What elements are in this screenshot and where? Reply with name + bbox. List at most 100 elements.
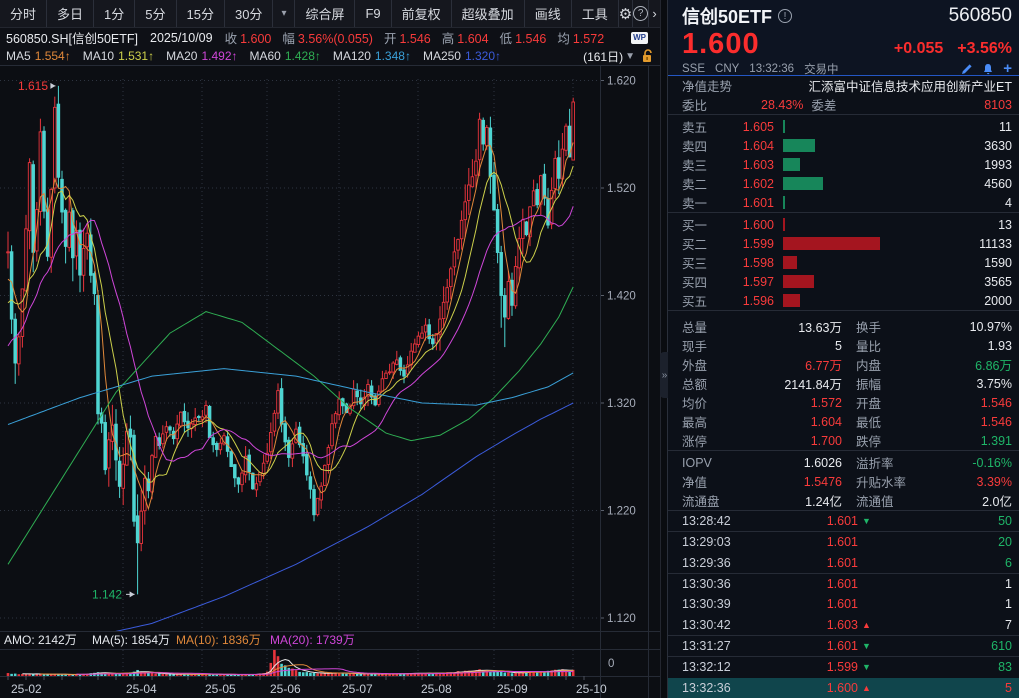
visible-range-label[interactable]: (161日) — [583, 48, 623, 65]
toolbar-menu-3[interactable]: 超级叠加 — [452, 0, 525, 27]
bid-row-3[interactable]: 买四1.5973565 — [668, 272, 1019, 291]
depth-bar-area — [783, 256, 1012, 269]
quote-field-value: 1.572 — [573, 32, 604, 46]
kline-svg[interactable]: 1.6201.5201.4201.3201.2201.1201.6151.142… — [0, 65, 660, 698]
svg-text:25-08: 25-08 — [421, 682, 452, 696]
ma-value: 1.492↑ — [201, 49, 237, 63]
tick-row-4[interactable]: 13:30:391.6011 — [668, 594, 1019, 614]
toolbar-tab-3[interactable]: 5分 — [135, 0, 176, 27]
ma-item-ma20[interactable]: MA201.492↑ — [166, 49, 237, 63]
wp-doc-icon[interactable]: WP — [631, 32, 648, 44]
depth-bar-area — [783, 196, 1012, 209]
tick-row-5[interactable]: 13:30:421.603▲7 — [668, 615, 1019, 636]
depth-bar-area — [783, 294, 1012, 307]
toolbar-menu-2[interactable]: 前复权 — [392, 0, 452, 27]
ma-item-ma250[interactable]: MA2501.320↑ — [423, 49, 501, 63]
weibi-label: 委比 — [682, 95, 707, 114]
tick-row-1[interactable]: 13:29:031.60120 — [668, 532, 1019, 552]
candlestick-chart[interactable]: 1.6201.5201.4201.3201.2201.1201.6151.142… — [0, 65, 660, 698]
stat-label: 升贴水率 — [856, 472, 930, 491]
ask-row-4[interactable]: 卖一1.6014 — [668, 193, 1019, 212]
bid-row-0[interactable]: 买一1.60013 — [668, 215, 1019, 234]
ma-value: 1.428↑ — [285, 49, 321, 63]
bid-row-2[interactable]: 买三1.5981590 — [668, 253, 1019, 272]
toolbar-menu-1[interactable]: F9 — [355, 0, 391, 27]
toolbar-menu-0[interactable]: 综合屏 — [295, 0, 355, 27]
tick-list[interactable]: 13:28:421.601▼5013:29:031.6012013:29:361… — [668, 511, 1019, 698]
quote-field-1: 幅3.56%(0.055) — [282, 28, 373, 47]
stat-label: 量比 — [856, 336, 930, 355]
toolbar-tab-4[interactable]: 15分 — [177, 0, 225, 27]
quote-field-value: 1.600 — [240, 32, 271, 46]
settings-gear-icon[interactable]: ⚙ — [619, 0, 633, 27]
stat-label: 溢折率 — [856, 453, 930, 472]
svg-text:25-07: 25-07 — [342, 682, 373, 696]
toolbar-menu-5[interactable]: 工具 — [572, 0, 619, 27]
svg-text:MA(10): 1836万: MA(10): 1836万 — [176, 633, 261, 647]
ma-item-ma10[interactable]: MA101.531↑ — [83, 49, 154, 63]
trading-status: 交易中 — [804, 61, 839, 77]
tick-row-7[interactable]: 13:32:121.599▼83 — [668, 657, 1019, 677]
toolbar-tab-2[interactable]: 1分 — [94, 0, 135, 27]
panel-splitter[interactable]: » — [660, 0, 668, 698]
tick-row-8[interactable]: 13:32:361.600▲5 — [668, 678, 1019, 698]
depth-bar-area — [783, 218, 1012, 231]
info-icon[interactable]: ! — [778, 9, 792, 23]
fund-full-name[interactable]: 汇添富中证信息技术应用创新产业ET — [809, 76, 1012, 95]
stat-label: 内盘 — [856, 355, 930, 374]
toolbar-tab-1[interactable]: 多日 — [47, 0, 94, 27]
stat-value: 2141.84万 — [746, 374, 842, 393]
toolbar-tab-5[interactable]: 30分 — [225, 0, 273, 27]
depth-volume-bar — [783, 256, 797, 269]
unlock-icon[interactable] — [641, 49, 654, 63]
stat-value: 1.391 — [930, 434, 1012, 448]
ask-row-1[interactable]: 卖四1.6043630 — [668, 136, 1019, 155]
ma-values: MA51.554↑ MA101.531↑ MA201.492↑ MA601.428↑ M… — [6, 49, 513, 63]
tick-time: 13:30:36 — [682, 577, 746, 591]
ma-label: MA120 — [333, 49, 371, 63]
depth-bar-area — [783, 275, 1012, 288]
ma-item-ma60[interactable]: MA601.428↑ — [250, 49, 321, 63]
stat-label: 现手 — [682, 336, 746, 355]
ask-row-2[interactable]: 卖三1.6031993 — [668, 155, 1019, 174]
quote-field-value: 1.546 — [399, 32, 430, 46]
ask-row-0[interactable]: 卖五1.60511 — [668, 117, 1019, 136]
chart-section: 分时多日1分5分15分30分▾综合屏F9前复权超级叠加画线工具⚙?› 56085… — [0, 0, 660, 698]
price-change: +0.055+3.56% — [880, 40, 1012, 58]
toolbar-tab-0[interactable]: 分时 — [0, 0, 47, 27]
range-caret-icon[interactable]: ▼ — [625, 51, 635, 62]
alert-bell-icon[interactable] — [982, 63, 994, 75]
toolbar-expand-chevron-icon[interactable]: › — [649, 0, 660, 27]
period-dropdown-caret-icon[interactable]: ▾ — [273, 0, 295, 27]
tick-price: 1.601 — [746, 535, 858, 549]
bid-row-1[interactable]: 买二1.59911133 — [668, 234, 1019, 253]
tick-row-0[interactable]: 13:28:421.601▼50 — [668, 511, 1019, 532]
stat-label: 总额 — [682, 374, 746, 393]
help-icon[interactable]: ? — [633, 0, 649, 27]
depth-price: 1.603 — [722, 158, 774, 172]
edit-pencil-icon[interactable] — [961, 63, 973, 75]
tick-row-6[interactable]: 13:31:271.601▼610 — [668, 636, 1019, 657]
tick-direction-icon: ▼ — [858, 516, 876, 526]
ma-item-ma5[interactable]: MA51.554↑ — [6, 49, 71, 63]
tick-row-3[interactable]: 13:30:361.6011 — [668, 574, 1019, 594]
depth-level-label: 卖五 — [682, 117, 722, 136]
tick-time: 13:32:12 — [682, 660, 746, 674]
bid-row-4[interactable]: 买五1.5962000 — [668, 291, 1019, 310]
toolbar-menu-4[interactable]: 画线 — [525, 0, 572, 27]
svg-text:25-02: 25-02 — [11, 682, 42, 696]
ask-row-3[interactable]: 卖二1.6024560 — [668, 174, 1019, 193]
stats-row-6: 涨停1.700跌停1.391 — [668, 431, 1019, 450]
depth-qty: 4 — [1005, 196, 1012, 210]
add-to-watchlist-icon[interactable]: + — [1003, 63, 1012, 75]
tick-row-2[interactable]: 13:29:361.6016 — [668, 553, 1019, 574]
help-question-glyph: ? — [633, 6, 648, 21]
tick-qty: 50 — [876, 514, 1012, 528]
ma-item-ma120[interactable]: MA1201.348↑ — [333, 49, 411, 63]
quote-time: 13:32:36 — [749, 63, 794, 75]
ma-indicator-bar: MA51.554↑ MA101.531↑ MA201.492↑ MA601.428↑ M… — [0, 47, 660, 65]
depth-volume-bar — [783, 158, 800, 171]
svg-text:MA(20): 1739万: MA(20): 1739万 — [270, 633, 355, 647]
stat-value: 5 — [746, 339, 842, 353]
quote-field-value: 1.546 — [515, 32, 546, 46]
